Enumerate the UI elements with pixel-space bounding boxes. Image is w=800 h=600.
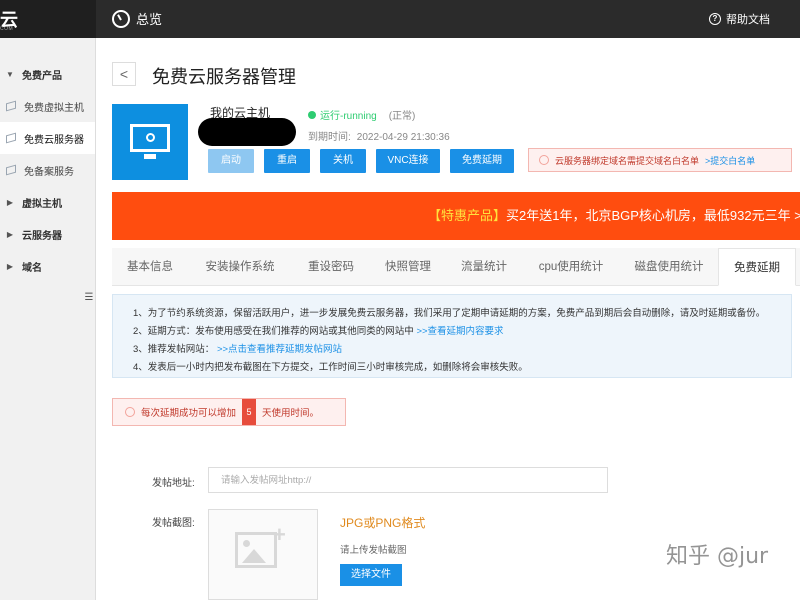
chevron-down-icon: ▼ xyxy=(6,69,14,79)
extend-days-badge: 5 xyxy=(242,399,257,425)
promo-text: 买2年送1年，北京BGP核心机房，最低932元三年 > > xyxy=(506,208,800,223)
sidebar-item-free-products[interactable]: ▼ 免费产品 xyxy=(0,58,95,90)
shutdown-button[interactable]: 关机 xyxy=(320,149,366,173)
sidebar-item-label: 免费虚拟主机 xyxy=(24,102,84,114)
overview-nav[interactable]: 总览 xyxy=(112,9,162,28)
status-text: 运行-running xyxy=(320,111,377,122)
promo-banner[interactable]: 【特惠产品】买2年送1年，北京BGP核心机房，最低932元三年 > > xyxy=(112,192,800,240)
tab-traffic-stats[interactable]: 流量统计 xyxy=(446,248,522,286)
help-label: 帮助文档 xyxy=(726,14,770,26)
extend-tip-before: 每次延期成功可以增加 xyxy=(141,408,237,419)
extend-days-tip: 每次延期成功可以增加 5 天使用时间。 xyxy=(112,398,346,426)
chevron-right-icon: ▶ xyxy=(6,229,14,239)
extend-tip-after: 天使用时间。 xyxy=(262,408,320,419)
extend-notice: 1、为了节约系统资源，保留活跃用户，进一步发展免费云服务器，我们采用了定期申请延… xyxy=(112,294,792,378)
gear-icon xyxy=(146,133,155,142)
choose-file-button[interactable]: 选择文件 xyxy=(340,564,402,586)
sidebar-item-cloud-server[interactable]: ▶ 云服务器 xyxy=(0,218,95,250)
sidebar-item-virtual-host[interactable]: ▶ 虚拟主机 xyxy=(0,186,95,218)
sidebar-item-free-virtual-host[interactable]: 免费虚拟主机 xyxy=(0,90,95,122)
server-icon xyxy=(112,104,188,180)
sidebar-item-label: 免费云服务器 xyxy=(24,134,84,146)
screenshot-upload-area[interactable]: + xyxy=(208,509,318,600)
submit-whitelist-link[interactable]: >提交白名单 xyxy=(705,154,755,167)
sidebar: ▼ 免费产品 免费虚拟主机 免费云服务器 免备案服务 ▶ 虚拟主机 ▶ 云服务器… xyxy=(0,38,96,600)
notice-line-2: 2、延期方式：发布使用感受在我们推荐的网站或其他同类的网站中 >>查看延期内容要… xyxy=(133,323,791,341)
sidebar-item-label: 免费产品 xyxy=(22,70,62,82)
cube-icon xyxy=(4,100,18,112)
screenshot-label: 发帖截图: xyxy=(152,518,195,529)
plus-icon: + xyxy=(273,522,286,547)
watermark: 知乎 @jur xyxy=(666,544,769,569)
tab-install-os[interactable]: 安装操作系统 xyxy=(188,248,292,286)
back-button[interactable]: < xyxy=(112,62,136,86)
sidebar-item-no-filing-service[interactable]: 免备案服务 xyxy=(0,154,95,186)
sidebar-item-domain[interactable]: ▶ 域名 xyxy=(0,250,95,282)
notice-line-1: 1、为了节约系统资源，保留活跃用户，进一步发展免费云服务器，我们采用了定期申请延… xyxy=(133,308,766,319)
upload-hint: 请上传发帖截图 xyxy=(340,545,407,556)
chevron-right-icon: ▶ xyxy=(6,197,14,207)
notice-line-4: 4、发表后一小时内把发布截图在下方提交，工作时间三小时审核完成，如删除将会审核失… xyxy=(133,362,528,373)
server-status: 运行-running (正常) xyxy=(308,107,415,122)
tab-basic-info[interactable]: 基本信息 xyxy=(112,248,188,286)
tab-cpu-stats[interactable]: cpu使用统计 xyxy=(522,248,620,286)
monitor-icon xyxy=(130,124,170,159)
redaction-mark xyxy=(198,118,296,146)
restart-button[interactable]: 重启 xyxy=(264,149,310,173)
tab-disk-stats[interactable]: 磁盘使用统计 xyxy=(620,248,718,286)
sidebar-item-label: 虚拟主机 xyxy=(22,198,62,210)
server-actions: 启动 重启 关机 VNC连接 免费延期 xyxy=(208,149,514,173)
sidebar-item-label: 免备案服务 xyxy=(24,166,74,178)
expire-time: 到期时间: 2022-04-29 21:30:36 xyxy=(308,128,450,143)
lightbulb-icon xyxy=(539,155,549,165)
tab-free-extend[interactable]: 免费延期 xyxy=(718,248,796,286)
chevron-right-icon: ▶ xyxy=(6,261,14,271)
expire-value: 2022-04-29 21:30:36 xyxy=(356,132,450,143)
post-url-label: 发帖地址: xyxy=(152,478,195,489)
sidebar-item-free-cloud-server[interactable]: 免费云服务器 xyxy=(0,122,95,154)
image-placeholder-icon xyxy=(235,532,277,568)
help-icon: ? xyxy=(709,13,721,25)
vnc-connect-button[interactable]: VNC连接 xyxy=(376,149,440,173)
notice-line-3-text: 3、推荐发帖网站： xyxy=(133,344,215,355)
lightbulb-icon xyxy=(125,407,135,417)
view-recommended-sites-link[interactable]: >>点击查看推荐延期发帖网站 xyxy=(217,344,342,355)
status-health: (正常) xyxy=(388,111,416,122)
format-text: JPG或PNG格式 xyxy=(340,516,426,530)
tab-bar: 基本信息 安装操作系统 重设密码 快照管理 流量统计 cpu使用统计 磁盘使用统… xyxy=(112,248,800,286)
cube-icon xyxy=(4,164,18,176)
notice-line-2-text: 2、延期方式：发布使用感受在我们推荐的网站或其他同类的网站中 xyxy=(133,326,414,337)
promo-tag: 【特惠产品】 xyxy=(428,208,507,223)
sidebar-collapse-icon[interactable]: ☰ xyxy=(82,292,96,306)
view-extend-requirements-link[interactable]: >>查看延期内容要求 xyxy=(416,326,503,337)
notice-line-3: 3、推荐发帖网站： >>点击查看推荐延期发帖网站 xyxy=(133,341,791,359)
free-extend-button[interactable]: 免费延期 xyxy=(450,149,514,173)
sidebar-item-label: 域名 xyxy=(22,262,42,274)
logo[interactable]: 云 COM xyxy=(0,0,96,38)
expire-label: 到期时间: xyxy=(308,132,351,143)
sidebar-item-label: 云服务器 xyxy=(22,230,62,242)
post-url-input[interactable] xyxy=(208,467,608,493)
status-dot-icon xyxy=(308,110,316,119)
logo-subtext: COM xyxy=(0,26,14,32)
whitelist-tip-text: 云服务器绑定域名需提交域名白名单 xyxy=(555,155,700,166)
dashboard-icon xyxy=(112,9,130,28)
help-docs-link[interactable]: ? 帮助文档 xyxy=(709,11,770,27)
tab-snapshot[interactable]: 快照管理 xyxy=(370,248,446,286)
whitelist-tip: 云服务器绑定域名需提交域名白名单 >提交白名单 xyxy=(528,148,792,172)
tab-reset-password[interactable]: 重设密码 xyxy=(292,248,370,286)
start-button[interactable]: 启动 xyxy=(208,149,254,173)
overview-label: 总览 xyxy=(136,12,163,27)
page-title: 免费云服务器管理 xyxy=(152,67,296,87)
top-bar: 云 COM 总览 ? 帮助文档 xyxy=(0,0,800,38)
cube-icon xyxy=(4,132,18,144)
